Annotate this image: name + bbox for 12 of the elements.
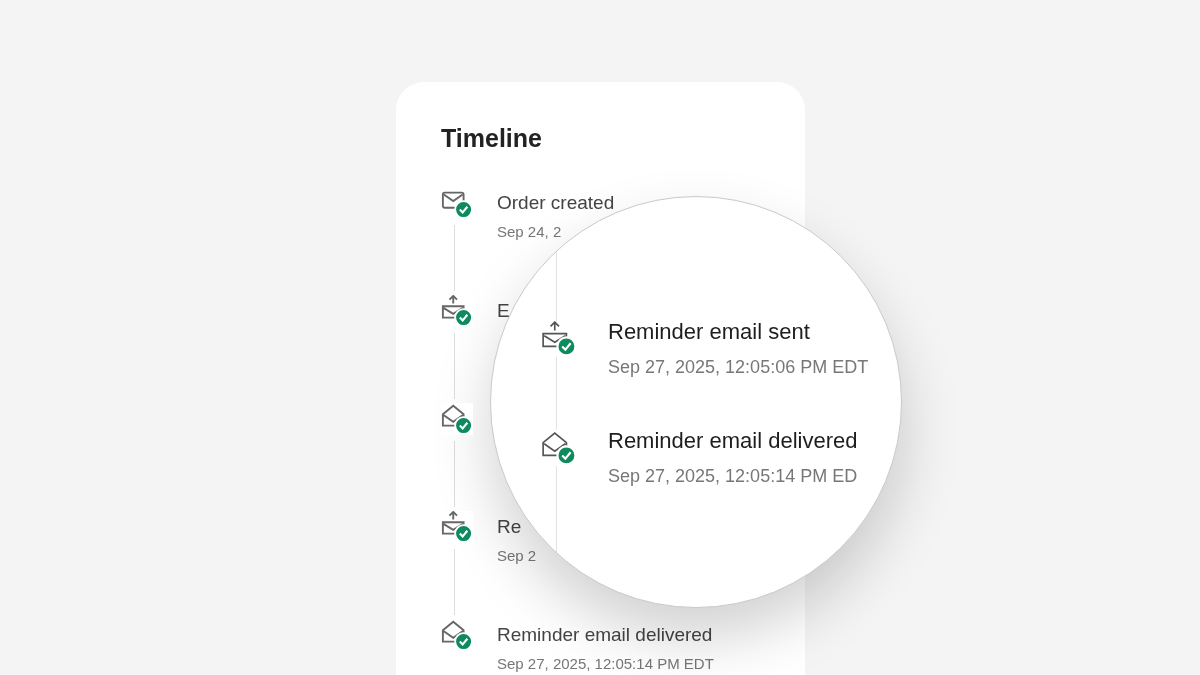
event-title: Re [497, 516, 523, 538]
event-time: Sep 27, 2025, 12:05:14 PM ED [608, 466, 858, 487]
event-time: Sep 24, 2 [497, 223, 563, 240]
event-title: Reminder email delivered [497, 624, 714, 646]
card-title: Timeline [441, 124, 543, 153]
event-time: Sep 27, 2025, 12:05:06 PM EDT [608, 357, 869, 378]
event-time: Sep 2 [497, 547, 537, 564]
event-title: Reminder email sent [608, 319, 811, 345]
event-title: E [497, 300, 510, 322]
event-title: Order created [497, 192, 615, 214]
event-time: Sep 27, 2025, 12:05:14 PM EDT [497, 655, 714, 672]
event-title: Reminder email delivered [608, 428, 858, 454]
